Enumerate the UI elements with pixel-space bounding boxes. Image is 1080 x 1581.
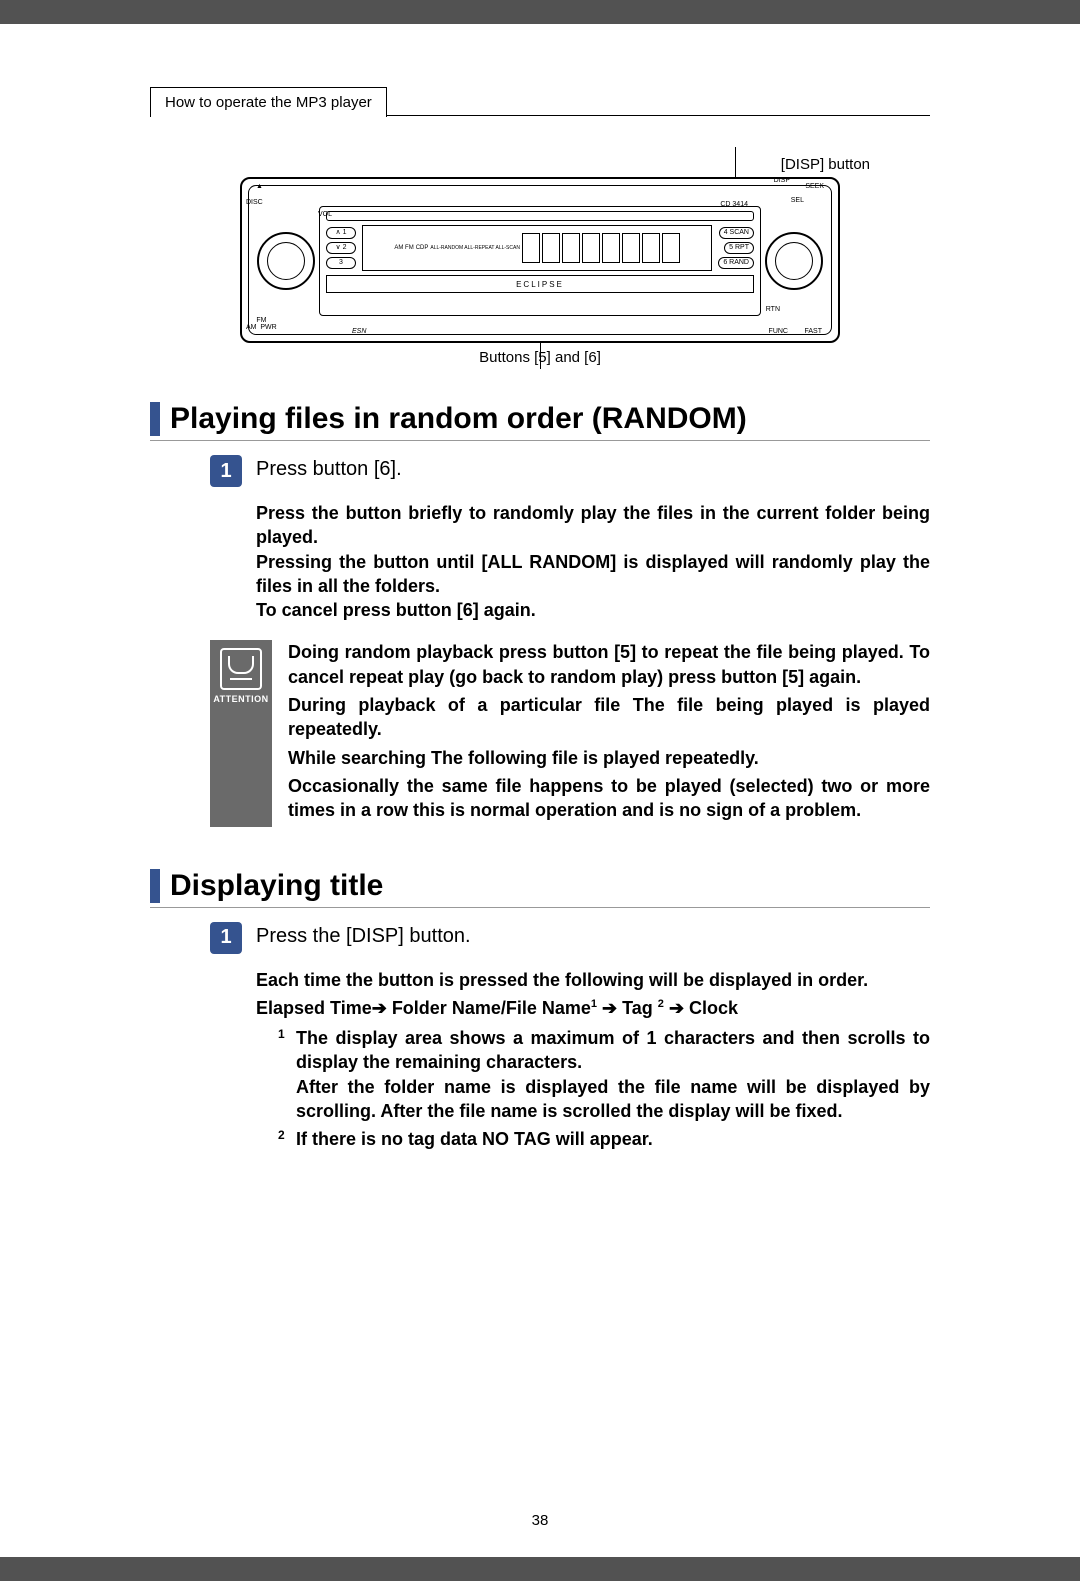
step-instruction: Press the [DISP] button. (256, 922, 471, 954)
attention-p4: Occasionally the same file happens to be… (288, 774, 930, 823)
heading-accent (150, 869, 160, 903)
attention-p1: Doing random playback press button [5] t… (288, 640, 930, 689)
brand-strip: ECLIPSE (326, 275, 754, 293)
section-heading-title: Displaying title (150, 869, 930, 908)
seq-folder: Folder Name/File Name (387, 998, 591, 1018)
step-number-badge: 1 (210, 922, 242, 954)
lcd-display: AM FM CDP ALL-RANDOM ALL-REPEAT ALL-SCAN (362, 225, 712, 271)
left-knob (257, 232, 315, 290)
page-number: 38 (0, 1512, 1080, 1529)
lcd-mode: ALL-RANDOM ALL-REPEAT ALL-SCAN (430, 244, 520, 252)
step-1: 1 Press button [6]. (210, 455, 930, 487)
footnote-2: 2 If there is no tag data NO TAG will ap… (278, 1127, 930, 1151)
step-instruction: Press button [6]. (256, 455, 402, 487)
btn-scan: 4 SCAN (719, 227, 754, 239)
attention-block: ATTENTION Doing random playback press bu… (210, 640, 930, 826)
right-knob (765, 232, 823, 290)
lcd-amfm: AM FM (394, 244, 413, 252)
attention-p2: During playback of a particular file The… (288, 693, 930, 742)
attention-label: ATTENTION (213, 694, 268, 704)
cd-slot (326, 211, 754, 221)
device-frame: ▲ DISC SEEK DISP SEL CD 3414 VOL FMAM PW… (240, 177, 840, 343)
seg (622, 233, 640, 263)
lcd-cdp: CDP (416, 244, 429, 252)
btn-rand: 6 RAND (718, 257, 754, 269)
breadcrumb-tab: How to operate the MP3 player (150, 87, 387, 117)
seg (542, 233, 560, 263)
manual-page: How to operate the MP3 player [DISP] but… (0, 24, 1080, 1557)
seg (662, 233, 680, 263)
preset-buttons-left: ∧ 1 ∨ 2 3 (326, 227, 356, 269)
display-sequence: Elapsed Time➔ Folder Name/File Name1 ➔ T… (256, 996, 930, 1020)
seq-elapsed: Elapsed Time (256, 998, 372, 1018)
seg (582, 233, 600, 263)
device-figure: [DISP] button ▲ DISC SEEK DISP SEL CD 34… (150, 156, 930, 366)
attention-body: Doing random playback press button [5] t… (288, 640, 930, 826)
footnotes: 1 The display area shows a maximum of 1 … (278, 1026, 930, 1151)
attention-sidebar: ATTENTION (210, 640, 272, 826)
footnote-2-text: If there is no tag data NO TAG will appe… (296, 1129, 653, 1149)
section-title: Playing files in random order (RANDOM) (170, 402, 747, 436)
footnote-1-text: The display area shows a maximum of 1 ch… (296, 1028, 930, 1121)
callout-disp: [DISP] button (150, 156, 930, 173)
mini-btn-1: ∧ 1 (326, 227, 356, 239)
seq-clock: Clock (684, 998, 738, 1018)
seg (562, 233, 580, 263)
leader-line (540, 341, 541, 369)
device-inner: ∧ 1 ∨ 2 3 AM FM CDP ALL-RANDOM ALL-REPEA… (248, 185, 832, 335)
mini-btn-2: ∨ 2 (326, 242, 356, 254)
leader-line (735, 147, 736, 179)
seg (522, 233, 540, 263)
section-title: Displaying title (170, 869, 383, 903)
seq-tag: Tag (617, 998, 658, 1018)
seg (602, 233, 620, 263)
section2-intro: Each time the button is pressed the foll… (256, 968, 930, 992)
heading-accent (150, 402, 160, 436)
section-heading-random: Playing files in random order (RANDOM) (150, 402, 930, 441)
disp-label: DISP (774, 177, 790, 184)
seg (642, 233, 660, 263)
book-icon (220, 648, 262, 690)
center-panel: ∧ 1 ∨ 2 3 AM FM CDP ALL-RANDOM ALL-REPEA… (319, 206, 761, 316)
mini-btn-3: 3 (326, 257, 356, 269)
footnote-1: 1 The display area shows a maximum of 1 … (278, 1026, 930, 1123)
step-number-badge: 1 (210, 455, 242, 487)
attention-p3: While searching The following file is pl… (288, 746, 930, 770)
section1-body: Press the button briefly to randomly pla… (256, 501, 930, 622)
step-1b: 1 Press the [DISP] button. (210, 922, 930, 954)
preset-buttons-right: 4 SCAN 5 RPT 6 RAND (718, 227, 754, 269)
btn-rpt: 5 RPT (724, 242, 754, 254)
